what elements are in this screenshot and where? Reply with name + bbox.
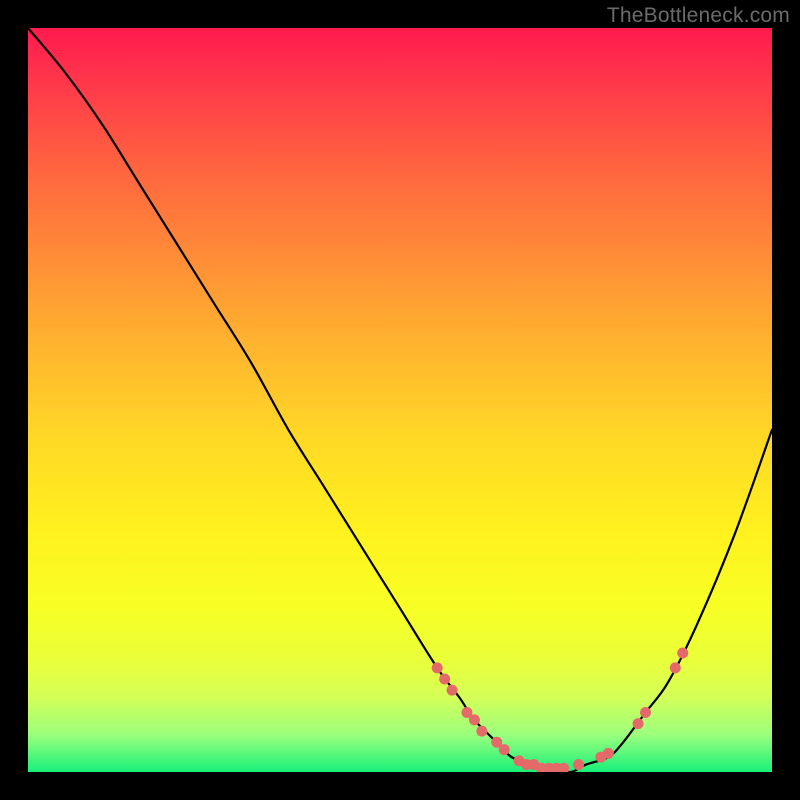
curve-marker xyxy=(551,763,562,772)
curve-marker xyxy=(476,726,487,737)
curve-marker xyxy=(543,763,554,772)
curve-marker xyxy=(432,662,443,673)
chart-svg xyxy=(28,28,772,772)
curve-marker xyxy=(528,759,539,770)
curve-marker xyxy=(439,674,450,685)
bottleneck-curve xyxy=(28,28,772,772)
curve-marker xyxy=(536,763,547,772)
curve-marker xyxy=(633,718,644,729)
curve-marker xyxy=(670,662,681,673)
curve-marker xyxy=(521,759,532,770)
curve-marker xyxy=(595,752,606,763)
curve-marker xyxy=(491,737,502,748)
curve-marker xyxy=(461,707,472,718)
curve-marker xyxy=(469,714,480,725)
curve-markers xyxy=(432,647,689,772)
curve-marker xyxy=(640,707,651,718)
curve-marker xyxy=(558,763,569,772)
plot-gradient-area xyxy=(28,28,772,772)
curve-marker xyxy=(677,647,688,658)
watermark-text: TheBottleneck.com xyxy=(607,4,790,28)
chart-frame: TheBottleneck.com xyxy=(0,0,800,800)
curve-marker xyxy=(603,748,614,759)
curve-marker xyxy=(499,744,510,755)
curve-marker xyxy=(447,685,458,696)
curve-marker xyxy=(514,755,525,766)
curve-marker xyxy=(573,759,584,770)
